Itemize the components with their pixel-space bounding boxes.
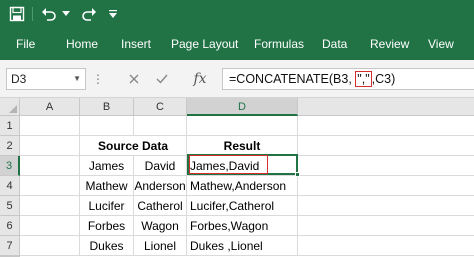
cell-e5[interactable] <box>298 196 474 216</box>
formula-input[interactable]: =CONCATENATE(B3, "," ,C3) <box>222 68 474 90</box>
title-bar <box>0 0 474 28</box>
result-highlight-box <box>189 155 268 174</box>
row-header-5[interactable]: 5 <box>0 196 20 216</box>
column-header-empty <box>298 98 474 116</box>
spreadsheet-grid: A B C D 1 2 3 4 5 6 7 8 Source Data Resu… <box>0 98 474 257</box>
cell-c1[interactable] <box>134 116 187 136</box>
cell-d1[interactable] <box>187 116 298 136</box>
cell-a3[interactable] <box>20 156 80 176</box>
undo-icon[interactable] <box>38 4 60 24</box>
cell-e1[interactable] <box>298 116 474 136</box>
customize-qat-icon[interactable] <box>105 4 121 24</box>
cell-b6[interactable]: Forbes <box>80 216 134 236</box>
cell-c5[interactable]: Catherol <box>134 196 187 216</box>
cell-c4[interactable]: Anderson <box>134 176 187 196</box>
insert-function-icon[interactable]: fx <box>190 68 210 90</box>
formula-bar: D3 ▼ ⋮ fx =CONCATENATE(B3, "," ,C3) <box>0 60 474 98</box>
fill-handle[interactable] <box>295 172 300 177</box>
cell-c6[interactable]: Wagon <box>134 216 187 236</box>
row-header-7[interactable]: 7 <box>0 236 20 256</box>
cell-a1[interactable] <box>20 116 80 136</box>
column-header-d[interactable]: D <box>187 98 298 116</box>
tab-data[interactable]: Data <box>322 28 347 60</box>
tab-page-layout[interactable]: Page Layout <box>171 28 238 60</box>
formula-highlight: "," <box>355 71 372 87</box>
result-header[interactable]: Result <box>187 136 298 156</box>
ribbon-tabs: File Home Insert Page Layout Formulas Da… <box>0 28 474 60</box>
cell-e2[interactable] <box>298 136 474 156</box>
redo-icon[interactable] <box>78 4 100 24</box>
cell-c3[interactable]: David <box>134 156 187 176</box>
cell-d5[interactable]: Lucifer,Catherol <box>187 196 298 216</box>
row-header-1[interactable]: 1 <box>0 116 20 136</box>
cell-b7[interactable]: Dukes <box>80 236 134 256</box>
cell-d6[interactable]: Forbes,Wagon <box>187 216 298 236</box>
name-box[interactable]: D3 ▼ <box>6 68 86 90</box>
tab-insert[interactable]: Insert <box>121 28 151 60</box>
drag-handle-icon[interactable]: ⋮ <box>92 72 104 86</box>
cell-a6[interactable] <box>20 216 80 236</box>
select-all-button[interactable] <box>0 98 20 116</box>
chevron-down-icon[interactable]: ▼ <box>73 69 81 89</box>
cell-b4[interactable]: Mathew <box>80 176 134 196</box>
tab-formulas[interactable]: Formulas <box>254 28 304 60</box>
column-header-a[interactable]: A <box>20 98 80 116</box>
cell-e6[interactable] <box>298 216 474 236</box>
formula-prefix: =CONCATENATE(B3, <box>229 72 356 86</box>
cell-d7[interactable]: Dukes ,Lionel <box>187 236 298 256</box>
enter-icon[interactable] <box>152 68 172 90</box>
column-header-b[interactable]: B <box>80 98 134 116</box>
undo-dropdown-icon[interactable] <box>60 4 72 24</box>
tab-review[interactable]: Review <box>370 28 409 60</box>
cell-e7[interactable] <box>298 236 474 256</box>
name-box-value: D3 <box>11 72 27 86</box>
source-data-header[interactable]: Source Data <box>80 136 187 156</box>
tab-view[interactable]: View <box>428 28 454 60</box>
cell-b1[interactable] <box>80 116 134 136</box>
column-header-c[interactable]: C <box>134 98 187 116</box>
row-header-6[interactable]: 6 <box>0 216 20 236</box>
cell-a7[interactable] <box>20 236 80 256</box>
row-header-3[interactable]: 3 <box>0 156 20 176</box>
tab-file[interactable]: File <box>16 28 35 60</box>
row-header-4[interactable]: 4 <box>0 176 20 196</box>
cell-b3[interactable]: James <box>80 156 134 176</box>
formula-suffix: ,C3) <box>371 72 396 86</box>
cell-a4[interactable] <box>20 176 80 196</box>
cell-b5[interactable]: Lucifer <box>80 196 134 216</box>
cell-e3[interactable] <box>298 156 474 176</box>
cell-d4[interactable]: Mathew,Anderson <box>187 176 298 196</box>
cancel-icon[interactable] <box>124 68 144 90</box>
save-icon[interactable] <box>6 4 28 24</box>
cell-a2[interactable] <box>20 136 80 156</box>
qat-separator <box>32 7 33 21</box>
cell-a5[interactable] <box>20 196 80 216</box>
cell-e4[interactable] <box>298 176 474 196</box>
tab-home[interactable]: Home <box>66 28 98 60</box>
cell-c7[interactable]: Lionel <box>134 236 187 256</box>
row-header-2[interactable]: 2 <box>0 136 20 156</box>
